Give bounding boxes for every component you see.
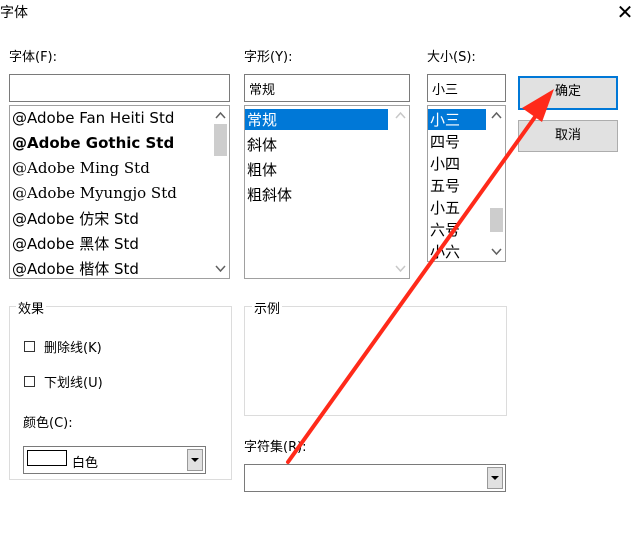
list-item[interactable]: 粗体	[247, 159, 277, 180]
font-label: 字体(F):	[9, 50, 58, 65]
charset-select[interactable]	[244, 464, 506, 492]
list-item[interactable]: @Adobe Fan Heiti Std	[12, 109, 174, 127]
chevron-down-icon[interactable]	[215, 263, 226, 274]
color-swatch	[27, 450, 67, 466]
effects-label: 效果	[16, 298, 47, 317]
chevron-down-icon	[395, 265, 406, 273]
chevron-up-icon[interactable]	[491, 110, 502, 121]
cancel-button[interactable]: 取消	[518, 120, 618, 152]
window-title: 字体	[0, 5, 28, 21]
list-item[interactable]: 粗斜体	[247, 184, 292, 205]
scroll-thumb[interactable]	[490, 208, 503, 232]
list-item[interactable]: @Adobe Myungjo Std	[12, 184, 177, 202]
underline-label[interactable]: 下划线(U)	[44, 372, 103, 391]
chevron-up-icon	[395, 111, 406, 119]
size-input[interactable]: 小三	[427, 74, 506, 102]
style-input[interactable]: 常规	[244, 74, 410, 102]
scroll-thumb[interactable]	[214, 124, 227, 156]
sample-group	[244, 306, 507, 416]
strikeout-checkbox[interactable]	[24, 341, 35, 352]
dropdown-arrow-icon	[491, 476, 499, 480]
list-item[interactable]: @Adobe 仿宋 Std	[12, 208, 139, 229]
ok-button[interactable]: 确定	[518, 76, 618, 110]
list-item[interactable]: 四号	[430, 131, 460, 152]
size-list[interactable]: 小三 四号 小四 五号 小五 六号 小六	[427, 105, 506, 262]
close-icon[interactable]: ✕	[613, 0, 637, 24]
style-input-value: 常规	[249, 83, 276, 98]
list-item-selected[interactable]: 常规	[245, 109, 388, 130]
strikeout-label[interactable]: 删除线(K)	[44, 337, 102, 356]
dropdown-button[interactable]	[187, 449, 203, 471]
list-item[interactable]: 小五	[430, 197, 460, 218]
list-item[interactable]: @Adobe Ming Std	[12, 159, 150, 177]
list-item[interactable]: 小四	[430, 153, 460, 174]
list-item-selected[interactable]: 小三	[428, 109, 486, 130]
font-list[interactable]: @Adobe Fan Heiti Std @Adobe Gothic Std @…	[9, 105, 230, 279]
list-item[interactable]: 六号	[430, 219, 460, 240]
size-list-scrollbar[interactable]	[488, 106, 505, 261]
chevron-down-icon[interactable]	[491, 246, 502, 257]
list-item[interactable]: 五号	[430, 175, 460, 196]
chevron-up-icon[interactable]	[215, 110, 226, 121]
style-label: 字形(Y):	[244, 50, 293, 65]
dropdown-arrow-icon	[191, 458, 199, 462]
list-item[interactable]: @Adobe 黑体 Std	[12, 233, 139, 254]
color-label: 颜色(C):	[23, 416, 73, 431]
dropdown-button[interactable]	[487, 467, 503, 489]
style-list-scrollbar	[392, 106, 409, 278]
font-list-scrollbar[interactable]	[212, 106, 229, 278]
style-list[interactable]: 常规 斜体 粗体 粗斜体	[244, 105, 410, 279]
list-item[interactable]: 斜体	[247, 134, 277, 155]
size-label: 大小(S):	[427, 50, 476, 65]
underline-checkbox[interactable]	[24, 376, 35, 387]
font-input[interactable]	[9, 74, 230, 102]
list-item[interactable]: 小六	[430, 241, 460, 261]
sample-label: 示例	[252, 298, 283, 317]
list-item[interactable]: @Adobe Gothic Std	[12, 134, 174, 152]
color-value: 白色	[72, 456, 99, 471]
color-select[interactable]: 白色	[23, 446, 206, 474]
charset-label: 字符集(R):	[244, 440, 307, 455]
list-item[interactable]: @Adobe 楷体 Std	[12, 258, 139, 278]
size-input-value: 小三	[432, 83, 459, 98]
